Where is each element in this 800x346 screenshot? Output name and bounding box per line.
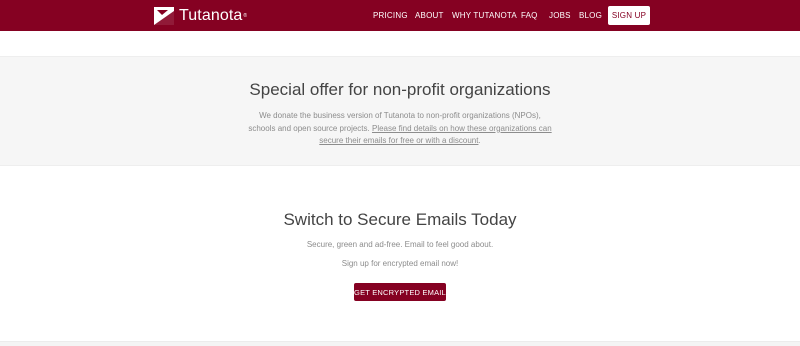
nav-item-pricing[interactable]: PRICING — [373, 11, 408, 20]
brand-logo[interactable]: Tutanota ® — [154, 6, 247, 26]
offer-description: We donate the business version of Tutano… — [246, 110, 554, 148]
sign-up-button[interactable]: SIGN UP — [608, 6, 650, 25]
tutanota-logo-icon — [154, 7, 174, 25]
cta-title: Switch to Secure Emails Today — [283, 210, 517, 229]
nonprofit-offer-section: Special offer for non-profit organizatio… — [0, 56, 800, 166]
nav-item-blog[interactable]: BLOG — [579, 11, 602, 20]
top-navbar: Tutanota ® PRICING ABOUT WHY TUTANOTA FAQ… — [0, 0, 800, 31]
offer-title: Special offer for non-profit organizatio… — [249, 80, 551, 99]
cta-subtext: Sign up for encrypted email now! — [341, 259, 459, 268]
cta-tagline: Secure, green and ad-free. Email to feel… — [306, 240, 494, 249]
footer-divider — [0, 341, 800, 346]
nav-item-faq[interactable]: FAQ — [521, 11, 538, 20]
get-encrypted-email-button[interactable]: GET ENCRYPTED EMAIL — [354, 283, 446, 301]
nav-item-why-tutanota[interactable]: WHY TUTANOTA — [452, 11, 517, 20]
nav-item-about[interactable]: ABOUT — [415, 11, 444, 20]
brand-registered-mark: ® — [243, 13, 248, 19]
offer-trailing: . — [478, 136, 481, 145]
brand-name: Tutanota — [179, 7, 243, 24]
nav-item-jobs[interactable]: JOBS — [549, 11, 571, 20]
